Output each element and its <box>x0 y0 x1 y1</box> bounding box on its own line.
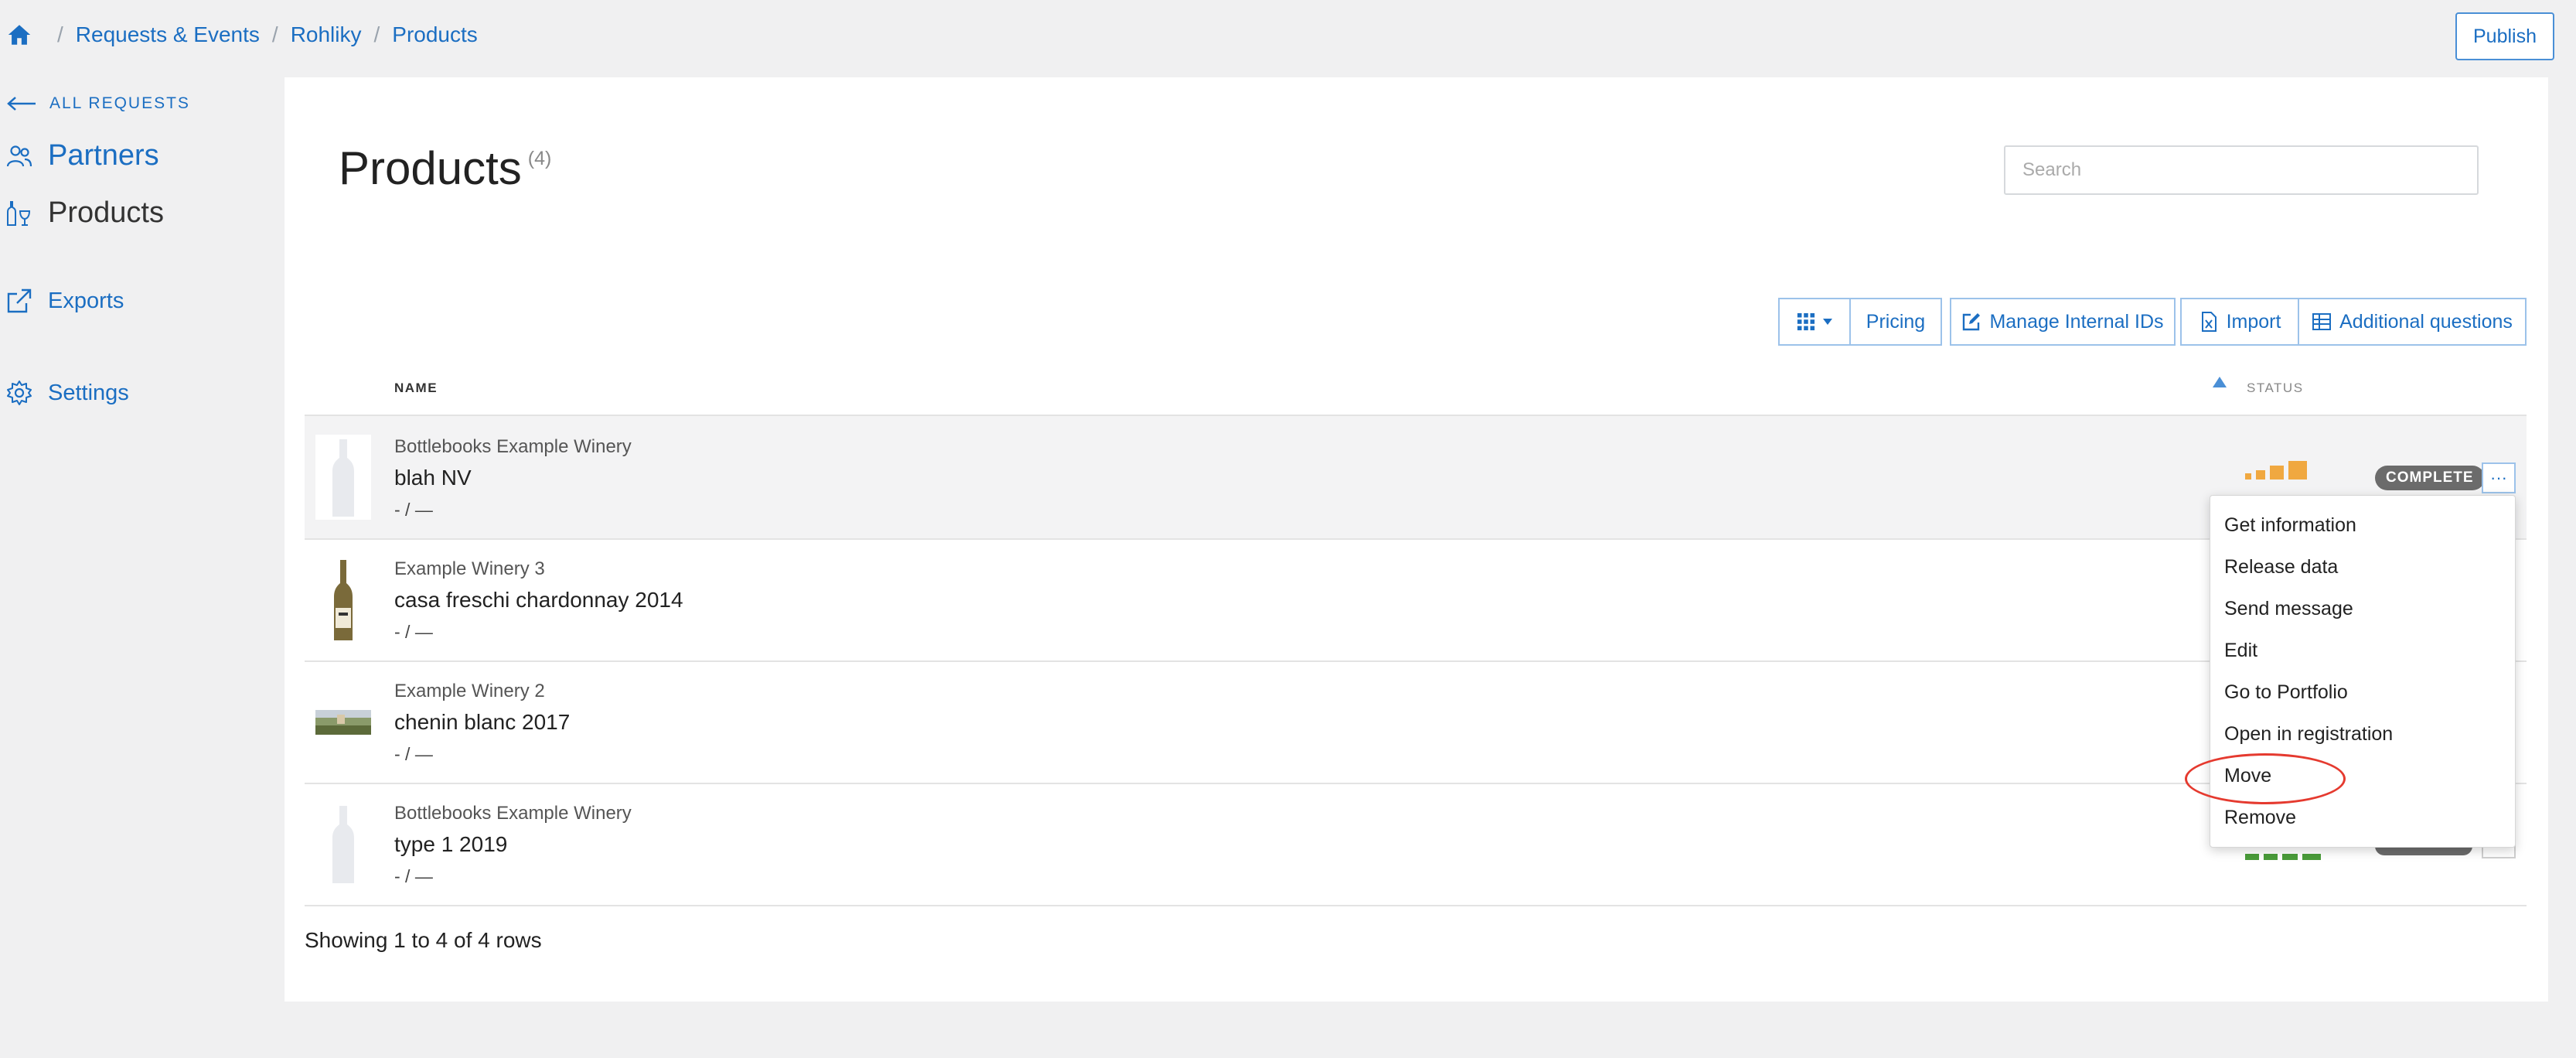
product-count: (4) <box>527 148 552 169</box>
producer-name: Example Winery 3 <box>394 558 545 579</box>
bottle-placeholder-image <box>332 806 354 883</box>
column-header-name[interactable]: NAME <box>394 381 438 396</box>
table-row[interactable]: Bottlebooks Example Winery blah NV - / — <box>305 416 2527 540</box>
row-actions-button[interactable]: ··· <box>2482 462 2516 493</box>
product-meta: - / — <box>394 744 433 764</box>
sidebar-item-partners[interactable]: Partners <box>6 139 159 172</box>
product-image <box>315 710 371 735</box>
gear-icon <box>7 381 32 405</box>
menu-item-send-message[interactable]: Send message <box>2224 598 2353 620</box>
users-icon <box>6 145 32 166</box>
sidebar-item-label: Settings <box>48 380 129 405</box>
import-button[interactable]: Import <box>2180 298 2298 346</box>
status-badge: COMPLETE <box>2375 466 2485 490</box>
table-row[interactable]: Bottlebooks Example Winery type 1 2019 -… <box>305 783 2527 906</box>
breadcrumb-requests-events[interactable]: Requests & Events <box>76 22 260 47</box>
all-requests-link[interactable]: ALL REQUESTS <box>6 94 190 113</box>
product-meta: - / — <box>394 622 433 642</box>
sidebar-item-label: Exports <box>48 288 124 313</box>
product-name[interactable]: casa freschi chardonnay 2014 <box>394 588 683 613</box>
all-requests-label: ALL REQUESTS <box>49 94 190 112</box>
additional-questions-button[interactable]: Additional questions <box>2298 298 2527 346</box>
home-icon[interactable] <box>6 22 32 48</box>
sidebar-item-exports[interactable]: Exports <box>6 288 124 314</box>
producer-name: Bottlebooks Example Winery <box>394 436 632 457</box>
pagination-info: Showing 1 to 4 of 4 rows <box>305 928 542 952</box>
breadcrumb-separator: / <box>57 22 63 46</box>
sidebar-item-products[interactable]: Products <box>6 196 164 230</box>
table-row[interactable]: Example Winery 2 chenin blanc 2017 - / — <box>305 660 2527 784</box>
completeness-indicator <box>2245 854 2321 860</box>
product-meta: - / — <box>394 500 433 520</box>
bottle-placeholder-image <box>315 435 371 520</box>
menu-item-get-information[interactable]: Get information <box>2224 514 2356 537</box>
import-label: Import <box>2226 310 2281 333</box>
edit-icon <box>1963 313 1981 331</box>
product-meta: - / — <box>394 866 433 886</box>
highlight-circle <box>2185 753 2346 804</box>
publish-button[interactable]: Publish <box>2455 12 2554 60</box>
producer-name: Bottlebooks Example Winery <box>394 803 632 824</box>
menu-item-open-in-registration[interactable]: Open in registration <box>2224 723 2393 746</box>
excel-file-icon <box>2201 312 2217 332</box>
completeness-indicator <box>2245 461 2307 480</box>
breadcrumb-rohliky[interactable]: Rohliky <box>291 22 362 47</box>
column-header-status[interactable]: STATUS <box>2247 381 2304 396</box>
sidebar-item-settings[interactable]: Settings <box>6 380 129 406</box>
sidebar-item-label: Partners <box>48 139 159 172</box>
additional-questions-label: Additional questions <box>2339 310 2513 333</box>
manage-internal-ids-button[interactable]: Manage Internal IDs <box>1950 298 2176 346</box>
sidebar-item-label: Products <box>48 196 164 229</box>
caret-down-icon <box>1823 319 1832 325</box>
external-link-icon <box>7 288 32 313</box>
manage-ids-label: Manage Internal IDs <box>1989 310 2164 333</box>
breadcrumb-separator: / <box>271 22 278 46</box>
sort-ascending-icon[interactable] <box>2213 377 2227 387</box>
column-picker-button[interactable] <box>1778 298 1849 346</box>
menu-item-release-data[interactable]: Release data <box>2224 556 2338 578</box>
menu-item-remove[interactable]: Remove <box>2224 807 2296 829</box>
arrow-left-icon <box>7 97 36 111</box>
table-icon <box>2312 313 2332 330</box>
table-row[interactable]: Example Winery 3 casa freschi chardonnay… <box>305 538 2527 662</box>
page-title: Products (4) <box>339 142 551 195</box>
menu-item-edit[interactable]: Edit <box>2224 640 2257 662</box>
pricing-button[interactable]: Pricing <box>1849 298 1942 346</box>
producer-name: Example Winery 2 <box>394 681 545 701</box>
breadcrumb: / Requests & Events / Rohliky / Products <box>6 15 478 54</box>
pricing-label: Pricing <box>1866 310 1926 333</box>
breadcrumb-products[interactable]: Products <box>392 22 478 47</box>
search-input[interactable] <box>2004 145 2479 195</box>
menu-item-go-to-portfolio[interactable]: Go to Portfolio <box>2224 681 2348 704</box>
product-name[interactable]: type 1 2019 <box>394 832 507 857</box>
product-name[interactable]: chenin blanc 2017 <box>394 710 570 735</box>
grid-icon <box>1797 312 1815 331</box>
product-name[interactable]: blah NV <box>394 466 472 490</box>
breadcrumb-separator: / <box>373 22 380 46</box>
product-image <box>334 560 353 640</box>
page-title-text: Products <box>339 142 522 194</box>
wine-bottle-glass-icon <box>7 200 31 226</box>
